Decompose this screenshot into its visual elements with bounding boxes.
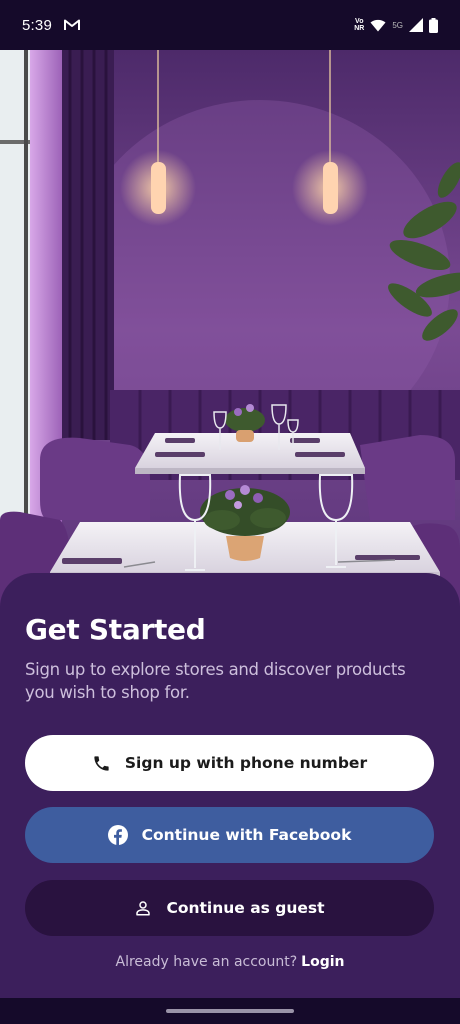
volte-indicator: Vo NR (354, 18, 364, 32)
status-bar: 5:39 Vo NR 5G (0, 0, 460, 50)
status-time: 5:39 (22, 16, 52, 34)
navigation-bar (0, 998, 460, 1024)
phone-signup-button[interactable]: Sign up with phone number (25, 735, 434, 791)
battery-icon (429, 17, 438, 33)
status-icons: Vo NR 5G (354, 17, 438, 33)
wifi-icon (370, 19, 386, 31)
login-prompt-text: Already have an account? (115, 954, 298, 970)
volte-bottom: NR (354, 25, 365, 32)
home-gesture-handle[interactable] (166, 1009, 294, 1013)
guest-button[interactable]: Continue as guest (25, 880, 434, 936)
guest-label: Continue as guest (166, 899, 325, 917)
volte-top: Vo (355, 18, 364, 25)
person-icon (136, 901, 151, 916)
restaurant-interior-photo (0, 50, 460, 610)
login-prompt: Already have an account? Login (0, 954, 460, 970)
phone-signup-label: Sign up with phone number (124, 754, 368, 772)
facebook-login-label: Continue with Facebook (141, 826, 352, 844)
page-title: Get Started (25, 613, 206, 646)
gmail-icon (64, 19, 80, 30)
facebook-login-button[interactable]: Continue with Facebook (25, 807, 434, 863)
hero-image (0, 50, 460, 610)
network-type: 5G (392, 20, 403, 30)
facebook-icon (107, 825, 128, 845)
signal-icon (409, 18, 423, 32)
page-subtitle: Sign up to explore stores and discover p… (25, 660, 406, 702)
get-started-sheet: Get Started Sign up to explore stores an… (0, 573, 460, 998)
login-link[interactable]: Login (301, 954, 344, 970)
phone-icon (94, 755, 109, 771)
